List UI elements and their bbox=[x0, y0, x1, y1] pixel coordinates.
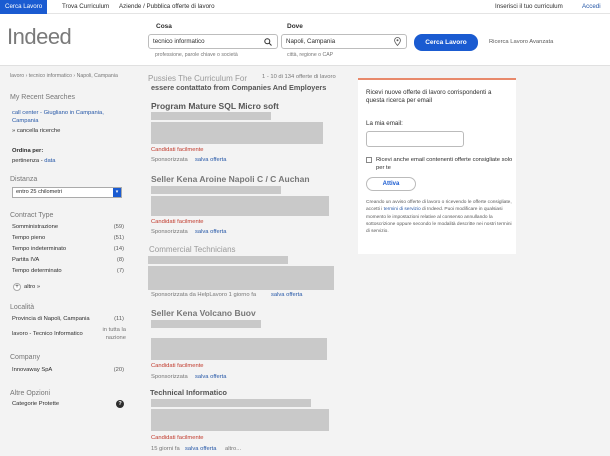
indeed-logo[interactable]: Indeed bbox=[7, 24, 72, 50]
advanced-search-link[interactable]: Ricerca Lavoro Avanzata bbox=[489, 39, 553, 45]
insert-cv-link[interactable]: Inserisci il tuo curriculum bbox=[495, 0, 563, 14]
email-input[interactable] bbox=[366, 131, 464, 147]
login-link[interactable]: Accedi bbox=[582, 0, 601, 14]
location-title: Località bbox=[10, 304, 35, 311]
job-title[interactable]: Program Mature SQL Micro soft bbox=[151, 101, 279, 111]
job-title[interactable]: Seller Kena Volcano Buov bbox=[151, 308, 256, 318]
contract-item[interactable]: Partita IVA bbox=[12, 257, 39, 263]
distance-title: Distanza bbox=[10, 176, 38, 183]
tab-aziende[interactable]: Aziende / Pubblica offerte di lavoro bbox=[119, 0, 215, 14]
contract-count: (14) bbox=[113, 246, 124, 252]
save-job-link[interactable]: salva offerta bbox=[195, 374, 226, 380]
breadcrumb: lavoro › tecnico informatico › Napoli, C… bbox=[10, 73, 118, 79]
more-contract-link[interactable]: altro » bbox=[24, 284, 40, 290]
sponsored-label: Sponsorizzata bbox=[151, 229, 188, 235]
clear-searches-link[interactable]: » cancella ricerche bbox=[12, 128, 60, 134]
easy-apply-label: Candidati facilmente bbox=[151, 363, 204, 369]
contract-count: (51) bbox=[113, 235, 124, 241]
alert-title: Ricevi nuove offerte di lavoro corrispon… bbox=[366, 89, 492, 104]
what-hint: professione, parole chiave o società bbox=[155, 52, 238, 58]
what-input[interactable]: tecnico informatico bbox=[148, 34, 278, 49]
blurred-snippet bbox=[148, 266, 334, 290]
job-title[interactable]: Seller Kena Aroine Napoli C / C Auchan bbox=[151, 174, 310, 184]
contract-item[interactable]: Somministrazione bbox=[12, 224, 58, 230]
job-alert-box: Ricevi nuove offerte di lavoro corrispon… bbox=[358, 78, 516, 254]
contract-item[interactable]: Tempo determinato bbox=[12, 268, 62, 274]
job-title[interactable]: Technical Informatico bbox=[150, 388, 227, 397]
checkbox-label: Ricevi anche email contenenti offerte co… bbox=[376, 157, 513, 171]
company-title: Company bbox=[10, 354, 40, 361]
what-input-value: tecnico informatico bbox=[153, 38, 205, 45]
save-job-link[interactable]: salva offerta bbox=[271, 292, 302, 298]
where-input-value: Napoli, Campania bbox=[286, 38, 336, 45]
tab-cerca-lavoro[interactable]: Cerca Lavoro bbox=[0, 0, 48, 14]
activate-alert-button[interactable]: Attiva bbox=[366, 177, 416, 191]
email-label: La mia email: bbox=[366, 120, 403, 127]
recent-search-item[interactable]: call center - Giugliano in Campania, Cam… bbox=[12, 110, 122, 125]
blurred-snippet bbox=[151, 338, 327, 360]
overlay-sub-text: essere contattato from Companies And Emp… bbox=[151, 83, 327, 92]
tab-trova-curriculum[interactable]: Trova Curriculum bbox=[62, 0, 109, 14]
contract-count: (59) bbox=[113, 224, 124, 230]
blurred-company bbox=[151, 112, 271, 120]
job-title[interactable]: Commercial Technicians bbox=[149, 245, 236, 254]
company-count: (20) bbox=[113, 367, 124, 373]
blurred-company bbox=[151, 399, 311, 407]
easy-apply-label: Candidati facilmente bbox=[151, 219, 204, 225]
recommendations-checkbox[interactable] bbox=[366, 157, 372, 163]
save-job-link[interactable]: salva offerta bbox=[195, 229, 226, 235]
protected-categories-item[interactable]: Categorie Protette bbox=[12, 401, 59, 407]
contract-count: (8) bbox=[116, 257, 124, 263]
sort-date-link[interactable]: data bbox=[44, 158, 55, 164]
results-overlay-title: Pussies The Curriculum For bbox=[148, 74, 247, 83]
blurred-company bbox=[148, 256, 288, 264]
where-input[interactable]: Napoli, Campania bbox=[281, 34, 407, 49]
contract-type-title: Contract Type bbox=[10, 212, 54, 219]
easy-apply-label: Candidati facilmente bbox=[151, 435, 204, 441]
plus-icon[interactable]: + bbox=[13, 283, 21, 291]
save-job-link[interactable]: salva offerta bbox=[185, 446, 216, 452]
sort-options: pertinenza - data bbox=[12, 158, 56, 164]
other-options-title: Altre Opzioni bbox=[10, 390, 51, 397]
blurred-company bbox=[151, 320, 261, 328]
what-label: Cosa bbox=[156, 23, 172, 30]
search-icon[interactable] bbox=[264, 38, 272, 46]
terms-of-service-link[interactable]: termini di servizio bbox=[384, 207, 421, 212]
top-navigation: Cerca Lavoro Trova Curriculum Aziende / … bbox=[0, 0, 610, 14]
where-hint: città, regione o CAP bbox=[287, 52, 334, 58]
contract-item[interactable]: Tempo pieno bbox=[12, 235, 45, 241]
legal-text: Creando un avviso offerte di lavoro o ri… bbox=[366, 199, 512, 235]
sponsored-label: Sponsorizzata bbox=[151, 157, 188, 163]
job-meta: 15 giorni fa bbox=[151, 446, 180, 452]
distance-value: entro 25 chilometri bbox=[16, 189, 63, 195]
recent-searches-title: My Recent Searches bbox=[10, 94, 75, 101]
blurred-company bbox=[151, 186, 281, 194]
save-job-link[interactable]: salva offerta bbox=[195, 157, 226, 163]
job-meta: Sponsorizzata da HelpLavoro 1 giorno fa bbox=[151, 292, 257, 298]
contract-count: (7) bbox=[116, 268, 124, 274]
company-item[interactable]: Innovaway SpA bbox=[12, 367, 52, 373]
sponsored-label: Sponsorizzata bbox=[151, 374, 188, 380]
location-count: (11) bbox=[114, 316, 124, 322]
location-pin-icon bbox=[394, 37, 401, 46]
easy-apply-label: Candidati facilmente bbox=[151, 147, 204, 153]
find-jobs-button[interactable]: Cerca Lavoro bbox=[414, 34, 478, 51]
chevron-down-icon: ▾ bbox=[113, 188, 121, 197]
results-count: 1 - 10 di 134 offerte di lavoro bbox=[262, 74, 336, 80]
blurred-snippet bbox=[151, 122, 323, 144]
contract-item[interactable]: Tempo indeterminato bbox=[12, 246, 66, 252]
blurred-snippet bbox=[151, 409, 329, 431]
sort-relevance: pertinenza bbox=[12, 158, 40, 164]
sort-label: Ordina per: bbox=[12, 148, 44, 154]
distance-select[interactable]: entro 25 chilometri ▾ bbox=[12, 187, 122, 198]
search-header: Indeed Cosa tecnico informatico professi… bbox=[0, 14, 610, 66]
more-link[interactable]: altro... bbox=[225, 446, 241, 452]
help-icon[interactable]: ? bbox=[116, 400, 124, 408]
where-label: Dove bbox=[287, 23, 303, 30]
location-item[interactable]: Provincia di Napoli, Campania bbox=[12, 316, 96, 324]
results-overlay-subtitle: essere contattato from Companies And Emp… bbox=[151, 83, 326, 92]
blurred-snippet bbox=[151, 196, 329, 216]
location-sub-note: in tutta la nazione bbox=[102, 327, 126, 341]
location-sub-link[interactable]: lavoro - Tecnico Informatico bbox=[12, 331, 83, 337]
